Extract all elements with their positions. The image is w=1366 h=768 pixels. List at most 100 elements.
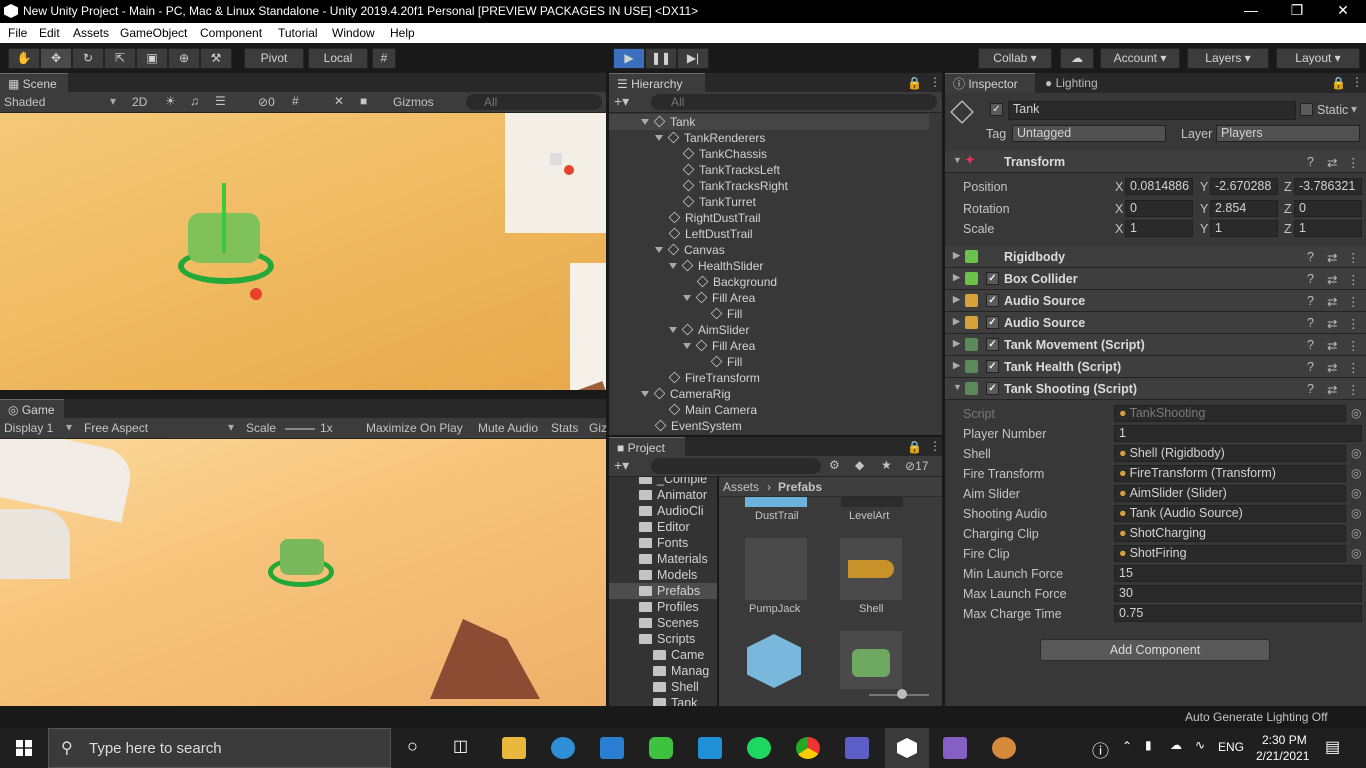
hierarchy-item[interactable]: HealthSlider <box>669 258 763 274</box>
scale-z-field[interactable]: 1 <box>1294 220 1362 237</box>
transform-tool-icon[interactable]: ⊕ <box>168 48 200 69</box>
play-button[interactable]: ▶ <box>613 48 645 69</box>
clock-date[interactable]: 2/21/2021 <box>1256 749 1309 763</box>
hierarchy-item[interactable]: TankTracksLeft <box>682 162 780 178</box>
breadcrumb-prefabs[interactable]: Prefabs <box>778 480 822 494</box>
hierarchy-item[interactable]: FireTransform <box>668 370 760 386</box>
lock-icon[interactable]: 🔒 <box>907 76 922 90</box>
help-icon[interactable]: ? <box>1307 338 1314 352</box>
hierarchy-item[interactable]: Fill <box>710 306 742 322</box>
presets-icon[interactable]: ⇄ <box>1327 250 1337 265</box>
object-picker-icon[interactable]: ◎ <box>1351 406 1361 420</box>
close-icon[interactable]: ✕ <box>1320 2 1366 22</box>
language-indicator[interactable]: ENG <box>1218 740 1244 754</box>
custom-tool-icon[interactable]: ⚒ <box>200 48 232 69</box>
hierarchy-item[interactable]: Fill Area <box>683 290 755 306</box>
battery-icon[interactable]: ▮ <box>1145 738 1152 752</box>
project-folder[interactable]: Fonts <box>639 535 688 551</box>
hierarchy-item[interactable]: Canvas <box>655 242 725 258</box>
2d-toggle[interactable]: 2D <box>132 95 147 109</box>
property-field[interactable]: ● Shell (Rigidbody) <box>1114 445 1346 462</box>
help-icon[interactable]: ? <box>1307 272 1314 286</box>
tab-project[interactable]: ■ Project <box>609 437 685 457</box>
teams-icon[interactable] <box>845 737 869 759</box>
object-picker-icon[interactable]: ◎ <box>1351 526 1361 540</box>
project-folder[interactable]: Profiles <box>639 599 699 615</box>
hierarchy-item[interactable]: RightDustTrail <box>668 210 761 226</box>
component-enabled-checkbox[interactable]: ✓ <box>986 338 999 351</box>
onedrive-icon[interactable]: ☁ <box>1170 738 1182 752</box>
help-tray-icon[interactable]: ⓘ <box>1092 737 1109 762</box>
grid-toggle-icon[interactable]: # <box>292 94 299 108</box>
expand-arrow-icon[interactable] <box>669 263 677 269</box>
project-folder[interactable]: Animator <box>639 487 707 503</box>
grid-snap-icon[interactable]: # <box>372 48 396 69</box>
menu-assets[interactable]: Assets <box>73 26 109 40</box>
component-header[interactable]: ▶ ✓ Audio Source? ⇄ ⋮ <box>945 290 1366 312</box>
component-header[interactable]: ▶ Rigidbody? ⇄ ⋮ <box>945 246 1366 268</box>
scene-search-input[interactable]: All <box>466 94 602 110</box>
presets-icon[interactable]: ⇄ <box>1327 316 1337 331</box>
object-picker-icon[interactable]: ◎ <box>1351 546 1361 560</box>
rotation-x-field[interactable]: 0 <box>1125 200 1193 217</box>
hierarchy-item[interactable]: AimSlider <box>669 322 749 338</box>
layout-dropdown[interactable]: Layout ▾ <box>1276 48 1360 69</box>
cloud-icon[interactable]: ☁ <box>1060 48 1094 69</box>
scale-x-field[interactable]: 1 <box>1125 220 1193 237</box>
help-icon[interactable]: ? <box>1307 294 1314 308</box>
aspect-dropdown[interactable]: Free Aspect <box>84 421 148 435</box>
component-menu-icon[interactable]: ⋮ <box>1347 250 1360 265</box>
object-picker-icon[interactable]: ◎ <box>1351 466 1361 480</box>
wifi-icon[interactable]: ∿ <box>1195 738 1205 752</box>
component-header[interactable]: ▶ ✓ Box Collider? ⇄ ⋮ <box>945 268 1366 290</box>
icon-size-slider-handle[interactable] <box>897 689 907 699</box>
vscode-icon[interactable] <box>698 737 722 759</box>
search-by-label-icon[interactable]: ◆ <box>855 458 864 472</box>
presets-icon[interactable]: ⇄ <box>1327 272 1337 287</box>
taskbar-search-input[interactable]: ⚲ Type here to search <box>48 728 391 768</box>
camera-toggle-icon[interactable]: ■ <box>360 94 367 108</box>
menu-help[interactable]: Help <box>390 26 415 40</box>
rect-tool-icon[interactable]: ▣ <box>136 48 168 69</box>
project-folder[interactable]: Tank <box>653 695 697 706</box>
hierarchy-item[interactable]: EventSystem <box>654 418 742 434</box>
object-name-input[interactable]: Tank <box>1008 101 1296 120</box>
inspector-lock-icon[interactable]: 🔒 <box>1331 76 1346 90</box>
menu-edit[interactable]: Edit <box>39 26 60 40</box>
property-field[interactable]: 15 <box>1114 565 1362 582</box>
tag-dropdown[interactable]: Untagged <box>1012 125 1166 142</box>
local-toggle[interactable]: Local <box>308 48 368 69</box>
spotify-icon[interactable] <box>747 737 771 759</box>
expand-arrow-icon[interactable] <box>641 119 649 125</box>
component-header[interactable]: ▼ ✓ Tank Shooting (Script)? ⇄ ⋮ <box>945 378 1366 400</box>
presets-icon[interactable]: ⇄ <box>1327 360 1337 375</box>
asset-shell[interactable]: Shell <box>859 603 883 615</box>
help-icon[interactable]: ? <box>1307 155 1314 169</box>
scene-orientation-gizmo[interactable] <box>540 143 574 175</box>
component-menu-icon[interactable]: ⋮ <box>1347 272 1360 287</box>
object-picker-icon[interactable]: ◎ <box>1351 446 1361 460</box>
hierarchy-item[interactable]: Fill Area <box>683 338 755 354</box>
property-field[interactable]: ● ShotCharging <box>1114 525 1346 542</box>
asset-pumpjack[interactable]: PumpJack <box>749 603 800 615</box>
object-picker-icon[interactable]: ◎ <box>1351 506 1361 520</box>
project-folder[interactable]: Manag <box>653 663 709 679</box>
display-dropdown[interactable]: Display 1 <box>4 421 53 435</box>
panel-menu-icon[interactable]: ⋮ <box>929 75 941 89</box>
component-header[interactable]: ▶ ✓ Tank Health (Script)? ⇄ ⋮ <box>945 356 1366 378</box>
asset-levelart[interactable]: LevelArt <box>849 510 889 522</box>
mute-audio-toggle[interactable]: Mute Audio <box>478 421 538 435</box>
property-field[interactable]: ● FireTransform (Transform) <box>1114 465 1346 482</box>
chrome-icon[interactable] <box>796 737 820 759</box>
position-y-field[interactable]: -2.670288 <box>1210 178 1278 195</box>
layer-dropdown[interactable]: Players <box>1216 125 1360 142</box>
project-folder[interactable]: _Comple <box>639 477 707 487</box>
paint-icon[interactable] <box>992 737 1016 759</box>
hierarchy-item[interactable]: TankRenderers <box>655 130 765 146</box>
project-folder[interactable]: AudioCli <box>639 503 704 519</box>
layers-dropdown[interactable]: Layers ▾ <box>1187 48 1269 69</box>
component-menu-icon[interactable]: ⋮ <box>1347 294 1360 309</box>
component-menu-icon[interactable]: ⋮ <box>1347 382 1360 397</box>
game-gizmos-toggle[interactable]: Giz <box>589 421 607 435</box>
asset-levelart-thumb[interactable] <box>841 497 903 507</box>
